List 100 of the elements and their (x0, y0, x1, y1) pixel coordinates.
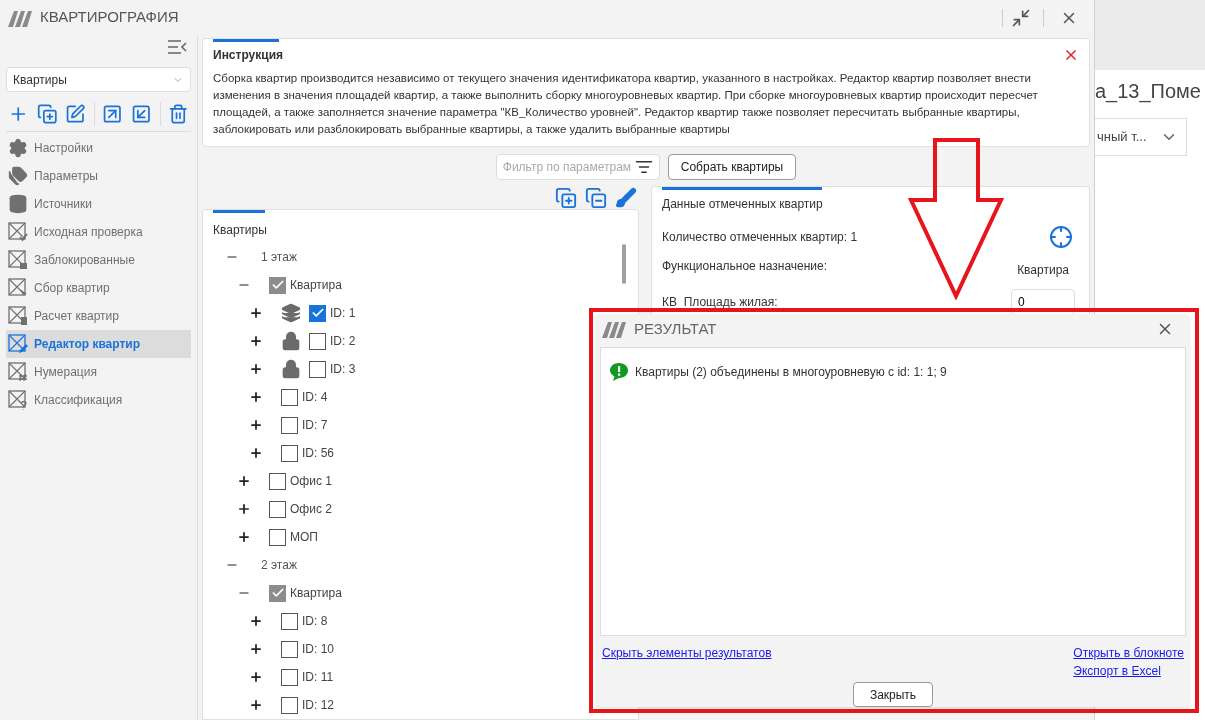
tree-item-label: Офис 1 (290, 473, 332, 490)
checkbox[interactable] (281, 668, 298, 686)
duplicate-icon[interactable] (36, 102, 58, 125)
expand-icon[interactable] (249, 614, 263, 628)
expand-icon[interactable] (249, 698, 263, 712)
expand-icon[interactable] (249, 642, 263, 656)
export-icon[interactable] (102, 102, 123, 125)
checkbox[interactable] (309, 304, 326, 322)
background-title: а_13_Поме (1095, 79, 1201, 105)
logo-icon (602, 319, 626, 338)
settings-icon (8, 138, 28, 158)
dialog-title: РЕЗУЛЬТАТ (634, 318, 718, 339)
tree-item-label: Квартира (290, 585, 342, 602)
sidebar-item[interactable]: Параметры (6, 162, 191, 190)
layers-icon (281, 303, 301, 323)
tree-item-label: ID: 1 (330, 305, 356, 322)
assemble-button[interactable]: Собрать квартиры (667, 154, 797, 180)
crossed-square-icon (8, 222, 28, 242)
sidebar-item[interactable]: Настройки (6, 134, 191, 162)
instruction-title: Инструкция (213, 47, 285, 64)
tree-item-label: МОП (290, 529, 318, 546)
expand-icon[interactable] (249, 418, 263, 432)
tree-item-label: ID: 8 (302, 613, 328, 630)
checkbox[interactable] (309, 332, 326, 350)
checkbox[interactable] (281, 640, 298, 658)
import-icon[interactable] (131, 102, 152, 125)
checkbox[interactable] (281, 696, 298, 714)
crossed-square-icon (8, 306, 28, 326)
window-title: КВАРТИРОГРАФИЯ (40, 7, 179, 28)
crossed-square-icon (8, 334, 28, 354)
checkbox[interactable] (269, 276, 286, 294)
excel-link[interactable]: Экспорт в Excel (1073, 662, 1161, 680)
sidebar-item[interactable]: Редактор квартир (6, 330, 191, 358)
checkbox[interactable] (309, 360, 326, 378)
crossed-square-icon (8, 250, 28, 270)
scrollbar[interactable] (622, 244, 626, 284)
section-select[interactable]: Квартиры (6, 67, 191, 92)
expand-icon[interactable] (237, 474, 251, 488)
crossed-square-icon (8, 390, 28, 410)
tree-item-label: ID: 56 (302, 445, 334, 462)
sidebar-item[interactable]: Расчет квартир (6, 302, 191, 330)
lock-icon (281, 359, 301, 379)
tree-item-label: Офис 2 (290, 501, 332, 518)
tree-item-label: ID: 3 (330, 361, 356, 378)
checked-count: Количество отмеченных квартир: 1 (662, 229, 859, 246)
lock-icon (281, 331, 301, 351)
checkbox[interactable] (269, 472, 286, 490)
close-button[interactable]: Закрыть (853, 682, 933, 707)
tree-item-label: ID: 4 (302, 389, 328, 406)
checkbox[interactable] (269, 584, 286, 602)
edit-icon[interactable] (65, 102, 86, 125)
notepad-link[interactable]: Открыть в блокноте (1073, 644, 1184, 662)
expand-icon[interactable] (249, 446, 263, 460)
hide-results-link[interactable]: Скрыть элементы результатов (602, 644, 772, 662)
field-label: Функциональное назначение: (662, 258, 829, 275)
message-icon (609, 361, 629, 382)
sidebar-item[interactable]: Исходная проверка (6, 218, 191, 246)
expand-icon[interactable] (249, 334, 263, 348)
tree-item-label: 2 этаж (261, 557, 297, 574)
minimize-icon[interactable] (1011, 7, 1031, 28)
instruction-text: Сборка квартир производится независимо от текущего значения идентификатора квартир, указанного в настройках. Редактор квартир позволяет внести изменения в значения площадей квартир, а также выполнить сборку многоуровневых квартир. При сборке многоуровневых квартир происходит пересчет площадей, а также заполняется значение параметра "КВ_Количество уровней". Редактор квартир также позволяет пересчитать выбранные квартиры, заблокировать или разблокировать выбранные квартиры, а также удалить выбранные квартиры (213, 71, 1039, 137)
tree-item-label: ID: 2 (330, 333, 356, 350)
locate-icon[interactable] (1049, 225, 1073, 249)
sidebar-item[interactable]: Источники (6, 190, 191, 218)
filter-icon[interactable] (634, 158, 653, 176)
crossed-square-icon (8, 278, 28, 298)
collapse-menu-icon[interactable] (167, 39, 187, 55)
tree-item-label: 1 этаж (261, 249, 297, 266)
tags-icon (8, 166, 28, 186)
expand-all-icon[interactable] (555, 186, 577, 209)
brush-icon[interactable] (615, 186, 637, 209)
sidebar-item[interactable]: Сбор квартир (6, 274, 191, 302)
sidebar-item[interactable]: Классификация (6, 386, 191, 414)
expand-icon[interactable] (237, 502, 251, 516)
database-icon (8, 194, 28, 214)
expand-icon[interactable] (249, 362, 263, 376)
expand-icon[interactable] (237, 530, 251, 544)
sidebar-item[interactable]: Нумерация (6, 358, 191, 386)
expand-icon[interactable] (249, 670, 263, 684)
details-title: Данные отмеченных квартир (662, 196, 823, 213)
collapse-all-icon[interactable] (585, 186, 607, 209)
tree-title: Квартиры (213, 222, 267, 239)
tree-item-label: ID: 12 (302, 697, 334, 714)
delete-icon[interactable] (168, 102, 189, 125)
tree-item-label: ID: 10 (302, 641, 334, 658)
checkbox[interactable] (269, 500, 286, 518)
expand-icon[interactable] (249, 390, 263, 404)
filter-field[interactable]: Фильтр по параметрам (495, 154, 660, 180)
checkbox[interactable] (281, 416, 298, 434)
checkbox[interactable] (281, 388, 298, 406)
crossed-square-icon (8, 362, 28, 382)
checkbox[interactable] (281, 444, 298, 462)
checkbox[interactable] (281, 612, 298, 630)
checkbox[interactable] (269, 528, 286, 546)
result-message: Квартиры (2) объединены в многоуровневую с id: 1: 1; 9 (635, 363, 947, 381)
expand-icon[interactable] (249, 306, 263, 320)
tree-item-label: ID: 7 (302, 417, 328, 434)
sidebar-item[interactable]: Заблокированные (6, 246, 191, 274)
tree-item-label: Квартира (290, 277, 342, 294)
close-icon[interactable] (1063, 47, 1079, 63)
